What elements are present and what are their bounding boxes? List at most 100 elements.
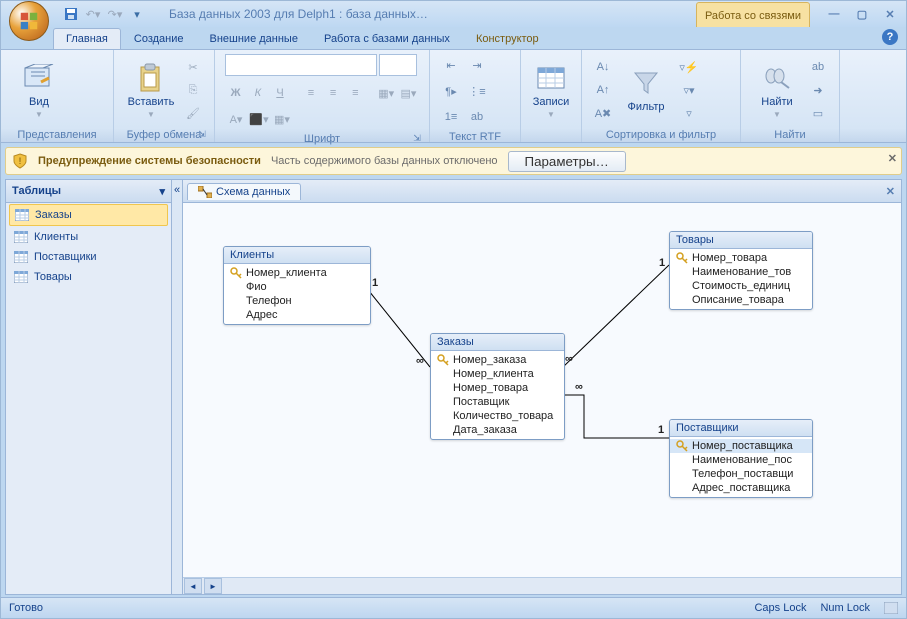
entity-field[interactable]: Дата_заказа [431,423,564,437]
entity-goods[interactable]: Товары Номер_товараНаименование_товСтоимо… [669,231,813,310]
entity-field[interactable]: Адрес_поставщика [670,481,812,495]
entity-field[interactable]: Количество_товара [431,409,564,423]
gridlines-icon[interactable]: ▦▾ [376,82,397,104]
nav-item-Поставщики[interactable]: Поставщики [6,247,171,267]
entity-header[interactable]: Поставщики [670,420,812,437]
help-icon[interactable]: ? [882,29,898,45]
records-button[interactable]: Записи ▼ [531,57,571,123]
entity-header[interactable]: Клиенты [224,247,370,264]
group-views-label: Представления [5,128,109,142]
advanced-filter-icon[interactable]: ▿▾ [678,79,700,101]
indent-right-icon[interactable]: ⇥ [466,54,488,76]
redo-icon[interactable]: ↷▾ [105,4,125,24]
view-shortcuts-icon[interactable] [884,602,898,614]
doc-close-icon[interactable]: ✕ [886,185,895,198]
paste-button[interactable]: Вставить ▼ [124,57,178,123]
cut-icon[interactable]: ✂ [182,56,204,78]
maximize-button[interactable]: ▢ [850,6,874,22]
dialog-launcher-icon[interactable]: ⇲ [411,133,423,145]
sort-desc-icon[interactable]: A↑ [592,79,614,101]
entity-field[interactable]: Поставщик [431,395,564,409]
filter-button[interactable]: Фильтр [618,57,674,123]
sort-asc-icon[interactable]: A↓ [592,56,614,78]
cardinality-many: ∞ [416,355,424,367]
entity-field[interactable]: Стоимость_единиц [670,279,812,293]
goto-icon[interactable]: ➜ [807,79,829,101]
tab-create[interactable]: Создание [121,28,197,49]
entity-field[interactable]: Наименование_пос [670,453,812,467]
doc-tab-relationships[interactable]: Схема данных [187,183,301,200]
numbering-icon[interactable]: 1≡ [440,106,462,128]
tab-design[interactable]: Конструктор [463,28,552,49]
gridline-color-icon[interactable]: ▦▾ [271,108,293,130]
entity-field[interactable]: Номер_клиента [431,367,564,381]
entity-field[interactable]: Наименование_тов [670,265,812,279]
copy-icon[interactable]: ⎘ [182,79,204,101]
align-right-icon[interactable]: ≡ [345,82,366,104]
tab-home[interactable]: Главная [53,28,121,49]
quick-access-toolbar: ↶▾ ↷▾ ▾ [61,4,147,24]
replace-icon[interactable]: ab [807,56,829,78]
entity-field[interactable]: Номер_заказа [431,353,564,367]
security-close-icon[interactable]: ✕ [888,152,897,165]
entity-header[interactable]: Заказы [431,334,564,351]
align-center-icon[interactable]: ≡ [323,82,344,104]
entity-field[interactable]: Адрес [224,308,370,322]
font-size-combo[interactable] [379,54,417,76]
selection-filter-icon[interactable]: ▿⚡ [678,56,700,78]
cardinality-one: 1 [659,257,665,269]
toggle-filter-icon[interactable]: ▿ [678,102,700,124]
minimize-button[interactable]: — [822,6,846,22]
entity-field[interactable]: Телефон_поставщи [670,467,812,481]
security-options-button[interactable]: Параметры… [508,151,626,172]
entity-orders[interactable]: Заказы Номер_заказаНомер_клиентаНомер_тов… [430,333,565,440]
highlight-icon[interactable]: ab [466,106,488,128]
entity-field[interactable]: Номер_товара [431,381,564,395]
entity-field[interactable]: Номер_товара [670,251,812,265]
entity-clients[interactable]: Клиенты Номер_клиентаФиоТелефонАдрес [223,246,371,325]
bold-icon[interactable]: Ж [225,82,246,104]
nav-collapse-button[interactable]: « [172,179,183,595]
save-icon[interactable] [61,4,81,24]
ltr-icon[interactable]: ¶▸ [440,80,462,102]
entity-field[interactable]: Номер_поставщика [670,439,812,453]
font-color-icon[interactable]: A▾ [225,108,247,130]
fill-color-icon[interactable]: ⬛▾ [248,108,270,130]
entity-field[interactable]: Телефон [224,294,370,308]
office-button[interactable] [9,1,49,41]
font-name-combo[interactable] [225,54,377,76]
close-button[interactable]: ✕ [878,6,902,22]
nav-item-Клиенты[interactable]: Клиенты [6,227,171,247]
qat-customize-icon[interactable]: ▾ [127,4,147,24]
entity-suppliers[interactable]: Поставщики Номер_поставщикаНаименование_п… [669,419,813,498]
underline-icon[interactable]: Ч [269,82,290,104]
scroll-right-icon[interactable]: ► [204,578,222,594]
horizontal-scrollbar[interactable]: ◄ ► [183,577,901,594]
find-button[interactable]: Найти ▼ [751,57,803,123]
nav-item-Товары[interactable]: Товары [6,267,171,287]
format-painter-icon[interactable]: 🖌 [182,102,204,124]
nav-dropdown-icon[interactable]: ▾ [159,185,165,198]
alt-row-icon[interactable]: ▤▾ [398,82,419,104]
entity-field[interactable]: Фио [224,280,370,294]
italic-icon[interactable]: К [247,82,268,104]
table-icon [14,251,28,263]
scroll-left-icon[interactable]: ◄ [184,578,202,594]
nav-item-Заказы[interactable]: Заказы [9,204,168,226]
align-left-icon[interactable]: ≡ [300,82,321,104]
select-icon[interactable]: ▭ [807,102,829,124]
entity-field[interactable]: Номер_клиента [224,266,370,280]
clear-sort-icon[interactable]: A✖ [592,102,614,124]
undo-icon[interactable]: ↶▾ [83,4,103,24]
records-label: Записи [533,96,570,108]
nav-header[interactable]: Таблицы ▾ [6,180,171,203]
tab-dbtools[interactable]: Работа с базами данных [311,28,463,49]
tab-external[interactable]: Внешние данные [197,28,311,49]
dialog-launcher-icon[interactable]: ⇲ [196,129,208,141]
relationships-canvas[interactable]: 1 ∞ ∞ 1 ∞ 1 КлиентыНомер_клиентаФиоТелеф… [183,203,901,577]
view-button[interactable]: Вид ▼ [11,57,67,123]
entity-field[interactable]: Описание_товара [670,293,812,307]
bullets-icon[interactable]: ⋮≡ [466,80,488,102]
indent-left-icon[interactable]: ⇤ [440,54,462,76]
entity-header[interactable]: Товары [670,232,812,249]
